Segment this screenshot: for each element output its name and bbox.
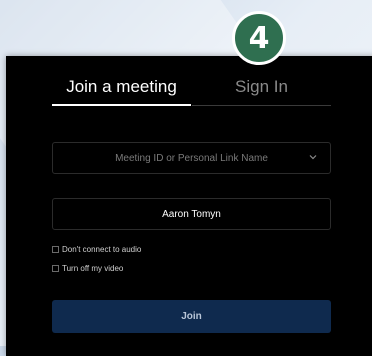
tab-join-meeting[interactable]: Join a meeting — [52, 77, 191, 106]
dont-connect-audio-checkbox[interactable] — [52, 246, 59, 253]
step-number: 4 — [248, 20, 270, 56]
meeting-id-input[interactable] — [53, 142, 330, 174]
tab-sign-in[interactable]: Sign In — [192, 77, 331, 106]
tab-bar: Join a meeting Sign In — [52, 77, 331, 107]
tab-join-meeting-label: Join a meeting — [66, 77, 177, 96]
join-button[interactable]: Join — [52, 300, 331, 333]
step-number-badge: 4 — [232, 11, 286, 65]
turn-off-video-checkbox[interactable] — [52, 265, 59, 272]
turn-off-video-option[interactable]: Turn off my video — [52, 264, 123, 273]
chevron-down-icon[interactable] — [308, 152, 318, 162]
meeting-id-field[interactable] — [52, 142, 331, 174]
dont-connect-audio-option[interactable]: Don't connect to audio — [52, 245, 141, 254]
display-name-field[interactable] — [52, 198, 331, 230]
display-name-input[interactable] — [53, 198, 330, 230]
tab-sign-in-label: Sign In — [235, 77, 288, 96]
dont-connect-audio-label: Don't connect to audio — [62, 245, 142, 254]
turn-off-video-label: Turn off my video — [62, 264, 124, 273]
